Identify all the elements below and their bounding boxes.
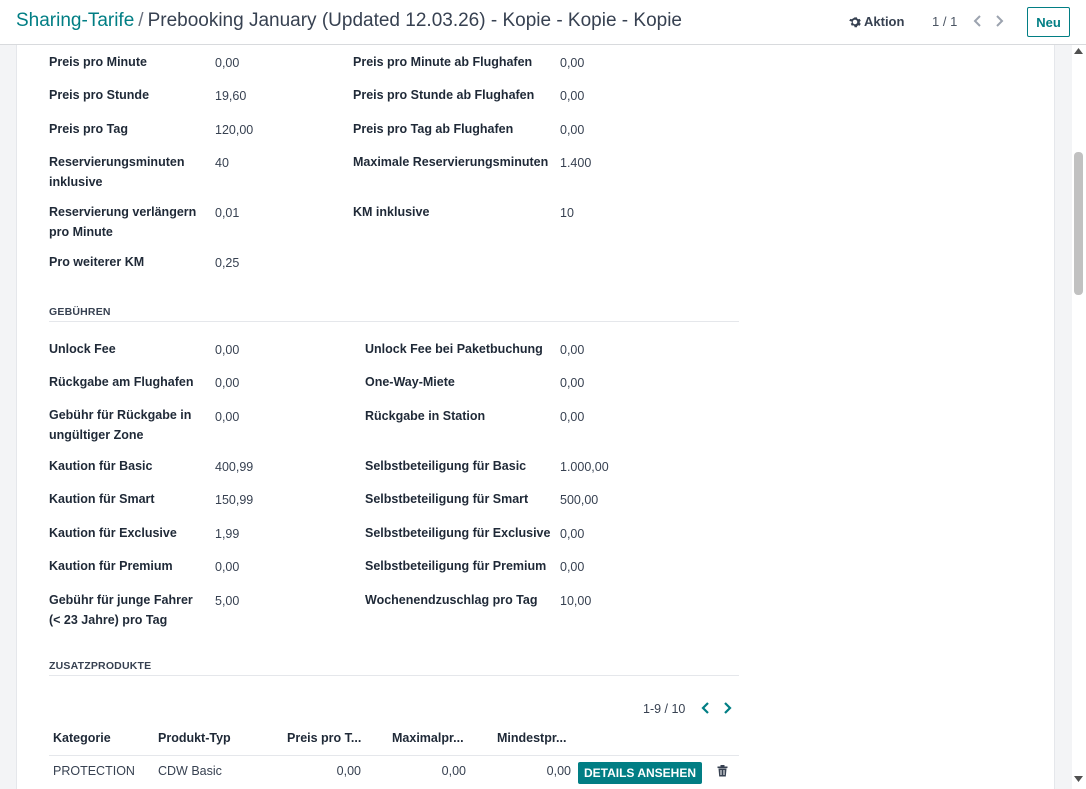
- scroll-up-arrow-icon[interactable]: [1074, 48, 1083, 54]
- field-value[interactable]: 150,99: [215, 490, 253, 510]
- scrollbar-thumb[interactable]: [1074, 152, 1083, 295]
- field-value[interactable]: 0,00: [560, 557, 584, 577]
- field-value[interactable]: 400,99: [215, 457, 253, 477]
- list-pager[interactable]: 1-9 / 10: [643, 699, 685, 719]
- field-label: Reservierung verlängern pro Minute: [49, 202, 196, 242]
- section-divider: [49, 321, 739, 322]
- trash-icon[interactable]: [717, 765, 728, 777]
- control-panel: Sharing-Tarife / Prebooking January (Updat…: [0, 0, 1086, 45]
- field-value[interactable]: 0,00: [215, 557, 239, 577]
- field-label-line: inklusive: [49, 175, 103, 189]
- field-label: Selbstbeteiligung für Smart: [365, 492, 529, 506]
- section-title-fees: GEBÜHREN: [49, 306, 111, 318]
- field-value[interactable]: 10,00: [560, 591, 591, 611]
- field-value[interactable]: 1.000,00: [560, 457, 609, 477]
- field-value[interactable]: 0,00: [560, 340, 584, 360]
- chevron-right-icon[interactable]: [720, 701, 734, 715]
- field-value[interactable]: 1.400: [560, 153, 591, 173]
- field-label: Rückgabe in Station: [365, 409, 486, 423]
- field-label: Gebühr für Rückgabe in ungültiger Zone: [49, 405, 191, 445]
- field-label: Unlock Fee: [49, 342, 116, 356]
- field-label: Selbstbeteiligung für Basic: [365, 459, 527, 473]
- cell-mindestpreis[interactable]: 0,00: [510, 764, 571, 778]
- field-value[interactable]: 10: [560, 203, 574, 223]
- field-label-line: Gebühr für junge Fahrer: [49, 593, 193, 607]
- cell-kategorie[interactable]: PROTECTION: [53, 764, 135, 778]
- cell-maximalpreis[interactable]: 0,00: [405, 764, 466, 778]
- gear-icon: [849, 16, 861, 27]
- breadcrumb: Sharing-Tarife / Prebooking January (Updat…: [16, 10, 682, 32]
- record-pager[interactable]: 1 / 1: [932, 14, 957, 29]
- field-label: Gebühr für junge Fahrer (< 23 Jahre) pro …: [49, 590, 193, 630]
- field-label-line: pro Minute: [49, 225, 113, 239]
- column-header-produkt-typ[interactable]: Produkt-Typ: [158, 731, 231, 745]
- field-label: Preis pro Tag ab Flughafen: [353, 122, 514, 136]
- field-value[interactable]: 0,00: [560, 53, 584, 73]
- new-record-button[interactable]: Neu: [1027, 7, 1070, 37]
- field-label: Kaution für Premium: [49, 559, 173, 573]
- field-label: Preis pro Stunde: [49, 88, 150, 102]
- field-label: Selbstbeteiligung für Premium: [365, 559, 547, 573]
- field-value[interactable]: 0,00: [560, 407, 584, 427]
- field-value[interactable]: 0,01: [215, 203, 239, 223]
- record-title: Prebooking January (Updated 12.03.26) - …: [147, 10, 683, 31]
- field-value[interactable]: 0,00: [215, 340, 239, 360]
- field-label-line: Reservierung verlängern: [49, 205, 197, 219]
- field-label: Selbstbeteiligung für Exclusive: [365, 526, 551, 540]
- chevron-left-icon[interactable]: [699, 701, 713, 715]
- cell-preis[interactable]: 0,00: [300, 764, 361, 778]
- field-label: Reservierungsminuten inklusive: [49, 152, 184, 192]
- breadcrumb-root-link[interactable]: Sharing-Tarife: [16, 10, 134, 31]
- field-value[interactable]: 0,00: [560, 524, 584, 544]
- cell-produkt-typ[interactable]: CDW Basic: [158, 764, 222, 778]
- column-header-mindestpreis[interactable]: Mindestpr...: [497, 731, 566, 745]
- field-value[interactable]: 0,00: [215, 407, 239, 427]
- field-label-line: (< 23 Jahre) pro Tag: [49, 613, 168, 627]
- field-value[interactable]: 0,00: [215, 53, 239, 73]
- field-label: KM inklusive: [353, 205, 430, 219]
- field-label: Preis pro Minute ab Flughafen: [353, 55, 533, 69]
- field-value[interactable]: 0,00: [560, 120, 584, 140]
- field-value[interactable]: 5,00: [215, 591, 239, 611]
- field-value[interactable]: 1,99: [215, 524, 239, 544]
- field-label: Preis pro Stunde ab Flughafen: [353, 88, 535, 102]
- field-label: Wochenendzuschlag pro Tag: [365, 593, 538, 607]
- field-label: Kaution für Basic: [49, 459, 153, 473]
- field-label: One-Way-Miete: [365, 375, 455, 389]
- section-title-products: ZUSATZPRODUKTE: [49, 660, 152, 672]
- field-label: Preis pro Minute: [49, 55, 147, 69]
- field-value[interactable]: 19,60: [215, 86, 246, 106]
- field-label: Rückgabe am Flughafen: [49, 375, 194, 389]
- column-header-kategorie[interactable]: Kategorie: [53, 731, 111, 745]
- field-label: Preis pro Tag: [49, 122, 128, 136]
- field-value[interactable]: 0,00: [215, 373, 239, 393]
- field-value[interactable]: 0,00: [560, 373, 584, 393]
- action-menu-button[interactable]: Aktion: [849, 14, 904, 29]
- field-label: Kaution für Exclusive: [49, 526, 177, 540]
- scroll-down-arrow-icon[interactable]: [1074, 776, 1083, 782]
- chevron-left-icon[interactable]: [971, 13, 985, 29]
- action-label: Aktion: [864, 14, 905, 29]
- field-value[interactable]: 500,00: [560, 490, 598, 510]
- field-label-line: Gebühr für Rückgabe in: [49, 408, 192, 422]
- column-header-preis[interactable]: Preis pro T...: [287, 731, 361, 745]
- field-value[interactable]: 40: [215, 153, 229, 173]
- field-value[interactable]: 120,00: [215, 120, 253, 140]
- table-header-divider: [49, 755, 739, 756]
- field-label-line: ungültiger Zone: [49, 428, 144, 442]
- section-divider: [49, 675, 739, 676]
- chevron-right-icon[interactable]: [992, 13, 1006, 29]
- field-label: Unlock Fee bei Paketbuchung: [365, 342, 543, 356]
- field-value[interactable]: 0,25: [215, 253, 239, 273]
- field-label: Pro weiterer KM: [49, 255, 145, 269]
- column-header-maximalpreis[interactable]: Maximalpr...: [392, 731, 464, 745]
- field-label-line: Reservierungsminuten: [49, 155, 185, 169]
- field-label: Kaution für Smart: [49, 492, 155, 506]
- breadcrumb-separator: /: [138, 10, 144, 31]
- details-button[interactable]: DETAILS ANSEHEN: [578, 762, 702, 784]
- field-label: Maximale Reservierungsminuten: [353, 155, 549, 169]
- field-value[interactable]: 0,00: [560, 86, 584, 106]
